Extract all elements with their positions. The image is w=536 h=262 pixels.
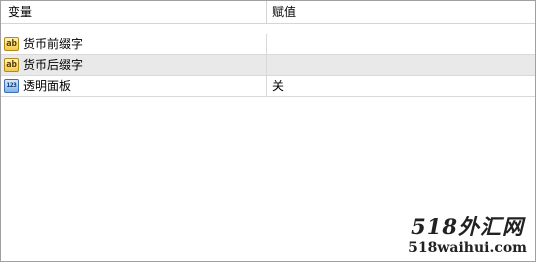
table-header: 变量 赋值 (1, 1, 535, 24)
value-cell[interactable] (267, 55, 535, 75)
variable-cell[interactable]: 123 透明面板 (1, 76, 267, 96)
string-type-icon: ab (4, 37, 19, 51)
variable-name: 货币前缀字 (23, 37, 84, 51)
column-header-variable[interactable]: 变量 (1, 1, 267, 23)
table-row[interactable]: ab 货币前缀字 (1, 34, 535, 55)
table-row[interactable]: 123 透明面板 关 (1, 76, 535, 97)
variable-cell[interactable]: ab 货币后缀字 (1, 55, 267, 75)
variable-cell[interactable]: ab 货币前缀字 (1, 34, 267, 54)
inputs-table: 变量 赋值 ab 货币前缀字 ab 货币后缀字 123 透明面板 关 518外汇… (0, 0, 536, 262)
variable-name: 货币后缀字 (23, 58, 84, 72)
value-cell[interactable]: 关 (267, 76, 535, 96)
variable-name: 透明面板 (23, 79, 72, 93)
table-row[interactable]: ab 货币后缀字 (1, 55, 535, 76)
table-body: ab 货币前缀字 ab 货币后缀字 123 透明面板 关 (1, 34, 535, 97)
watermark-url: 518waihui.com (408, 240, 527, 256)
watermark: 518外汇网 518waihui.com (408, 215, 527, 257)
value-cell[interactable] (267, 34, 535, 54)
string-type-icon: ab (4, 58, 19, 72)
column-header-value[interactable]: 赋值 (267, 1, 535, 23)
number-type-icon: 123 (4, 79, 19, 93)
watermark-logo: 518外汇网 (411, 214, 524, 239)
